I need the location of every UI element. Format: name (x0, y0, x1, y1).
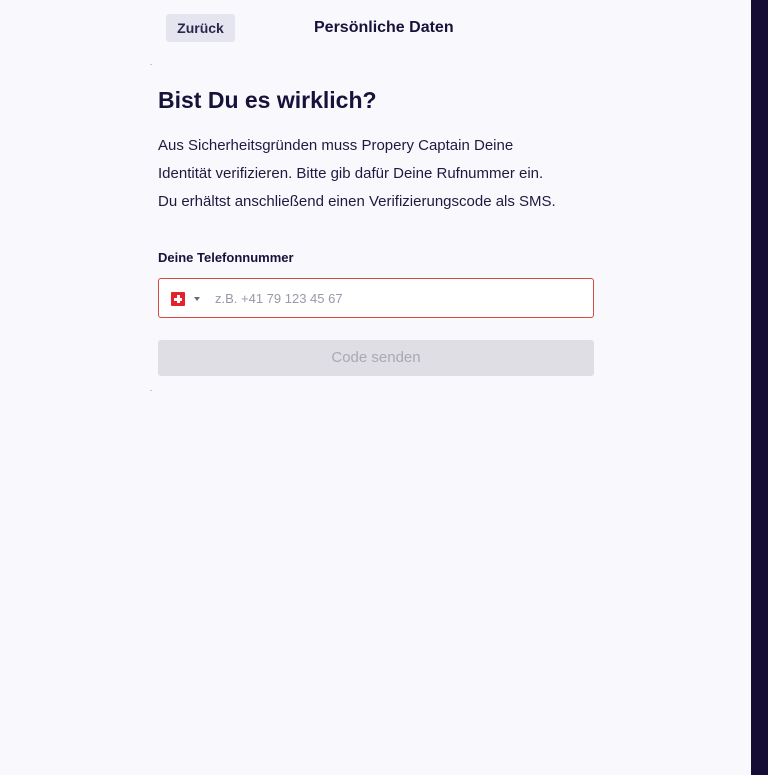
phone-label: Deine Telefonnummer (158, 250, 294, 265)
back-button[interactable]: Zurück (166, 14, 235, 42)
country-select[interactable] (171, 291, 203, 307)
swiss-flag-icon (171, 292, 185, 306)
divider (150, 390, 152, 391)
intro-line: Du erhältst anschließend einen Verifizie… (158, 193, 556, 210)
page-title: Persönliche Daten (314, 19, 454, 36)
side-panel-edge (751, 0, 768, 775)
page: Zurück Persönliche Daten Bist Du es wirk… (0, 0, 768, 775)
intro-line: Identität verifizieren. Bitte gib dafür … (158, 165, 544, 182)
chevron-down-icon (194, 297, 200, 301)
phone-field (158, 278, 594, 318)
divider (150, 64, 152, 65)
intro-line: Aus Sicherheitsgründen muss Propery Capt… (158, 137, 514, 154)
verification-heading: Bist Du es wirklich? (158, 87, 377, 113)
send-code-button[interactable]: Code senden (158, 340, 594, 376)
verification-intro: Aus Sicherheitsgründen muss Propery Capt… (158, 132, 598, 216)
phone-input[interactable] (209, 279, 585, 317)
